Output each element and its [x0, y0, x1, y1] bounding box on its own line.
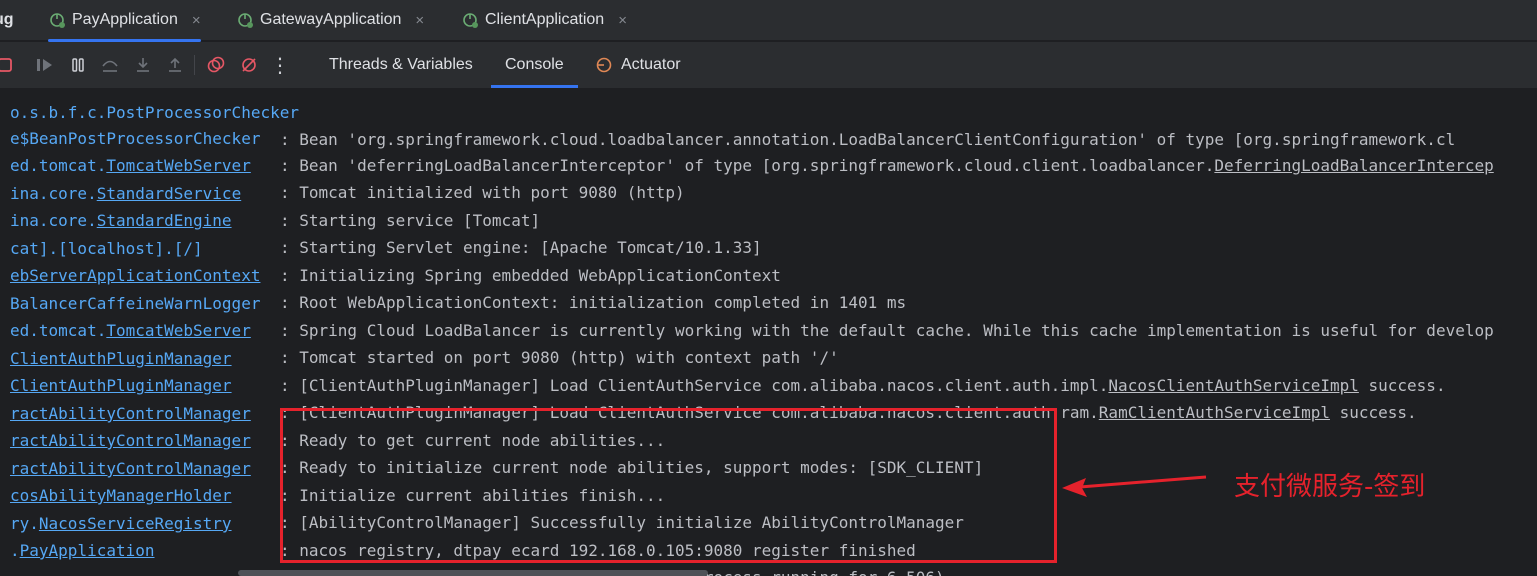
- step-out-icon[interactable]: [164, 54, 186, 76]
- annotation-arrow-icon: [1062, 475, 1207, 497]
- pause-icon[interactable]: [67, 54, 89, 76]
- log-line: ina.core.StandardEngine : Starting Servl…: [0, 180, 762, 257]
- logger-name[interactable]: ry.NacosServiceRegistry: [10, 510, 232, 537]
- logger-name[interactable]: ed.tomcat.TomcatWebServer: [10, 152, 251, 179]
- logger-name[interactable]: ed.tomcat.TomcatWebServer: [10, 317, 251, 344]
- tab-client-application[interactable]: ClientApplication ×: [461, 0, 627, 40]
- more-options-icon[interactable]: ⋮: [269, 54, 291, 77]
- class-link[interactable]: DeferringLoadBalancerIntercep: [1214, 156, 1493, 175]
- spring-boot-icon: [50, 13, 65, 28]
- toolbar-divider: [194, 55, 195, 75]
- log-line: ractAbilityControlManager : Ready to get…: [0, 373, 665, 450]
- close-icon[interactable]: ×: [618, 12, 627, 29]
- logger-name[interactable]: BalancerCaffeineWarnLogger: [10, 290, 260, 317]
- tab-label: Actuator: [621, 56, 681, 73]
- debug-toolbar: ⋮ Threads & Variables Console Actuator: [0, 42, 1537, 88]
- log-message: : Bean 'org.springframework.cloud.loadba…: [280, 130, 1456, 149]
- log-line: BalancerCaffeineWarnLogger : Spring Clou…: [0, 263, 1494, 340]
- log-message: : Root WebApplicationContext: initializa…: [280, 293, 907, 312]
- close-icon[interactable]: ×: [192, 12, 201, 29]
- tool-window-title: ug: [0, 11, 14, 28]
- logger-name[interactable]: ClientAuthPluginManager: [10, 345, 232, 372]
- logger-name[interactable]: ractAbilityControlManager: [10, 400, 251, 427]
- log-message: : [ClientAuthPluginManager] Load ClientA…: [280, 376, 1446, 395]
- resume-icon[interactable]: [34, 54, 56, 76]
- log-line: ClientAuthPluginManager : [ClientAuthPlu…: [0, 345, 1417, 422]
- close-icon[interactable]: ×: [415, 12, 424, 29]
- annotation-highlight-box: [280, 408, 1057, 563]
- log-message: : Starting Servlet engine: [Apache Tomca…: [280, 238, 762, 257]
- log-message: : Bean 'deferringLoadBalancerInterceptor…: [280, 156, 1494, 175]
- tab-threads-variables[interactable]: Threads & Variables: [329, 42, 473, 88]
- log-line: ClientAuthPluginManager : [ClientAuthPlu…: [0, 318, 1446, 395]
- log-line: .PayApplication : Started PayApplication…: [0, 510, 945, 576]
- log-line: e$BeanPostProcessorChecker : Bean 'defer…: [0, 98, 1494, 175]
- logger-name[interactable]: e$BeanPostProcessorChecker: [10, 125, 260, 152]
- log-line: ed.tomcat.TomcatWebServer : Tomcat start…: [0, 290, 839, 367]
- log-line: ractAbilityControlManager : Ready to ini…: [0, 400, 983, 477]
- logger-name[interactable]: ClientAuthPluginManager: [10, 372, 232, 399]
- step-into-icon[interactable]: [132, 54, 154, 76]
- log-line: cat].[localhost].[/] : Initializing Spri…: [0, 208, 781, 285]
- tab-actuator[interactable]: Actuator: [595, 42, 681, 88]
- class-link[interactable]: NacosClientAuthServiceImpl: [1108, 376, 1358, 395]
- tab-console[interactable]: Console: [491, 42, 578, 88]
- logger-name[interactable]: ractAbilityControlManager: [10, 455, 251, 482]
- logger-name[interactable]: ractAbilityControlManager: [10, 427, 251, 454]
- logger-name[interactable]: ina.core.StandardService: [10, 180, 241, 207]
- log-line: ina.core.StandardService : Starting serv…: [0, 153, 540, 230]
- tab-gateway-application[interactable]: GatewayApplication ×: [236, 0, 424, 40]
- annotation-label: 支付微服务-签到: [1234, 472, 1426, 502]
- tab-label: PayApplication: [72, 11, 178, 28]
- view-breakpoints-icon[interactable]: [205, 54, 227, 76]
- stop-icon[interactable]: [0, 54, 16, 76]
- log-line: ed.tomcat.TomcatWebServer : Tomcat initi…: [0, 125, 685, 202]
- log-message: : Spring Cloud LoadBalancer is currently…: [280, 321, 1494, 340]
- logger-name[interactable]: cosAbilityManagerHolder: [10, 482, 232, 509]
- log-line: ebServerApplicationContext : Root WebApp…: [0, 235, 906, 312]
- tab-label: GatewayApplication: [260, 11, 402, 28]
- spring-boot-icon: [238, 13, 253, 28]
- log-line: ractAbilityControlManager : Initialize c…: [0, 428, 665, 505]
- log-line: cosAbilityManagerHolder : [AbilityContro…: [0, 455, 964, 532]
- spring-boot-icon: [463, 13, 478, 28]
- log-message: : Starting service [Tomcat]: [280, 211, 541, 230]
- logger-name[interactable]: o.s.b.f.c.PostProcessorChecker: [10, 99, 299, 126]
- class-link[interactable]: RamClientAuthServiceImpl: [1099, 403, 1330, 422]
- tab-pay-application[interactable]: PayApplication ×: [48, 0, 201, 42]
- logger-name[interactable]: cat].[localhost].[/]: [10, 235, 203, 262]
- logger-name[interactable]: ina.core.StandardEngine: [10, 207, 232, 234]
- log-line: ry.NacosServiceRegistry : nacos registry…: [0, 483, 916, 560]
- logger-name[interactable]: .PayApplication: [10, 537, 155, 564]
- log-message: : Tomcat started on port 9080 (http) wit…: [280, 348, 839, 367]
- logger-name[interactable]: ebServerApplicationContext: [10, 262, 260, 289]
- log-message: : Tomcat initialized with port 9080 (htt…: [280, 183, 685, 202]
- log-message: : Initializing Spring embedded WebApplic…: [280, 266, 781, 285]
- mute-breakpoints-icon[interactable]: [238, 54, 260, 76]
- actuator-icon: [596, 57, 612, 73]
- step-over-icon[interactable]: [99, 54, 121, 76]
- run-tab-bar: ug PayApplication × GatewayApplication ×…: [0, 0, 1537, 42]
- tab-label: ClientApplication: [485, 11, 605, 28]
- horizontal-scrollbar[interactable]: [238, 570, 708, 576]
